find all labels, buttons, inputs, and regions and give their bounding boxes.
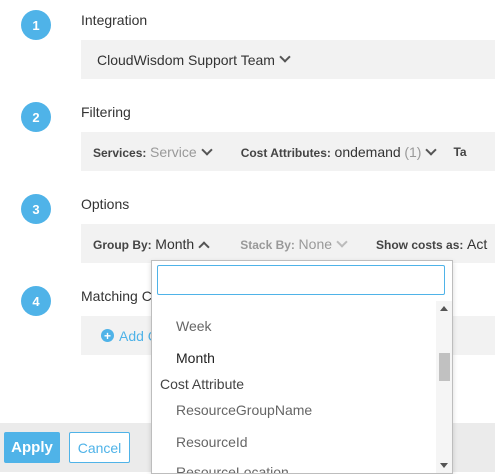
show-costs-select[interactable]: Show costs as: Act (376, 236, 487, 252)
group-by-dropdown: Week Month Cost Attribute ResourceGroupN… (151, 260, 453, 474)
stack-by-value[interactable]: None (299, 236, 332, 252)
services-label: Services: (93, 145, 147, 160)
add-condition-button[interactable]: + Add C (101, 328, 158, 344)
cost-attributes-label: Cost Attributes: (240, 145, 331, 160)
group-by-value[interactable]: Month (155, 236, 194, 252)
chevron-up-icon (198, 240, 210, 253)
services-value[interactable]: Service (150, 144, 197, 160)
chevron-down-icon (425, 143, 438, 156)
dropdown-option-resourcelocation[interactable]: ResourceLocation (176, 464, 289, 473)
filtering-panel: Services: Service Cost Attributes: ondem… (81, 132, 495, 171)
step-4-badge: 4 (21, 286, 51, 316)
dropdown-option-month[interactable]: Month (176, 350, 215, 366)
tags-label[interactable]: Ta (453, 145, 466, 159)
stack-by-select[interactable]: Stack By: None (240, 235, 348, 252)
chevron-down-icon (336, 235, 348, 248)
scroll-up-icon[interactable] (440, 306, 448, 311)
step-1-badge: 1 (21, 10, 51, 40)
dropdown-option-resourcegroupname[interactable]: ResourceGroupName (176, 402, 312, 418)
chevron-down-icon (201, 143, 213, 156)
group-by-label: Group By: (93, 237, 152, 252)
chevron-down-icon (279, 50, 291, 63)
step-3-badge: 3 (21, 194, 51, 224)
integration-title: Integration (81, 12, 148, 28)
stack-by-label: Stack By: (240, 237, 295, 252)
apply-button[interactable]: Apply (4, 432, 60, 463)
cost-attributes-filter[interactable]: Cost Attributes: ondemand (1) (240, 143, 438, 160)
dropdown-scrollbar[interactable] (436, 301, 452, 473)
cost-attributes-value[interactable]: ondemand (335, 144, 401, 160)
cost-attributes-count: (1) (404, 143, 422, 160)
integration-panel[interactable]: CloudWisdom Support Team (81, 40, 495, 79)
services-filter[interactable]: Services: Service (93, 143, 213, 160)
scrollbar-thumb[interactable] (439, 353, 450, 381)
plus-icon: + (101, 329, 114, 342)
options-title: Options (81, 196, 130, 212)
cancel-button[interactable]: Cancel (69, 432, 130, 463)
integration-select[interactable]: CloudWisdom Support Team (97, 52, 275, 68)
dropdown-group-header: Cost Attribute (160, 376, 245, 392)
dropdown-option-week[interactable]: Week (176, 318, 212, 334)
dropdown-search-input[interactable] (157, 265, 445, 295)
matching-title: Matching C (81, 288, 152, 304)
show-costs-label: Show costs as: (376, 237, 464, 252)
filtering-title: Filtering (81, 104, 131, 120)
group-by-select[interactable]: Group By: Month (93, 236, 210, 253)
dropdown-option-resourceid[interactable]: ResourceId (176, 434, 248, 450)
step-2-badge: 2 (21, 102, 51, 132)
options-panel: Group By: Month Stack By: None Show cost… (81, 224, 495, 263)
show-costs-value[interactable]: Act (467, 236, 487, 252)
scroll-down-icon[interactable] (440, 463, 448, 468)
